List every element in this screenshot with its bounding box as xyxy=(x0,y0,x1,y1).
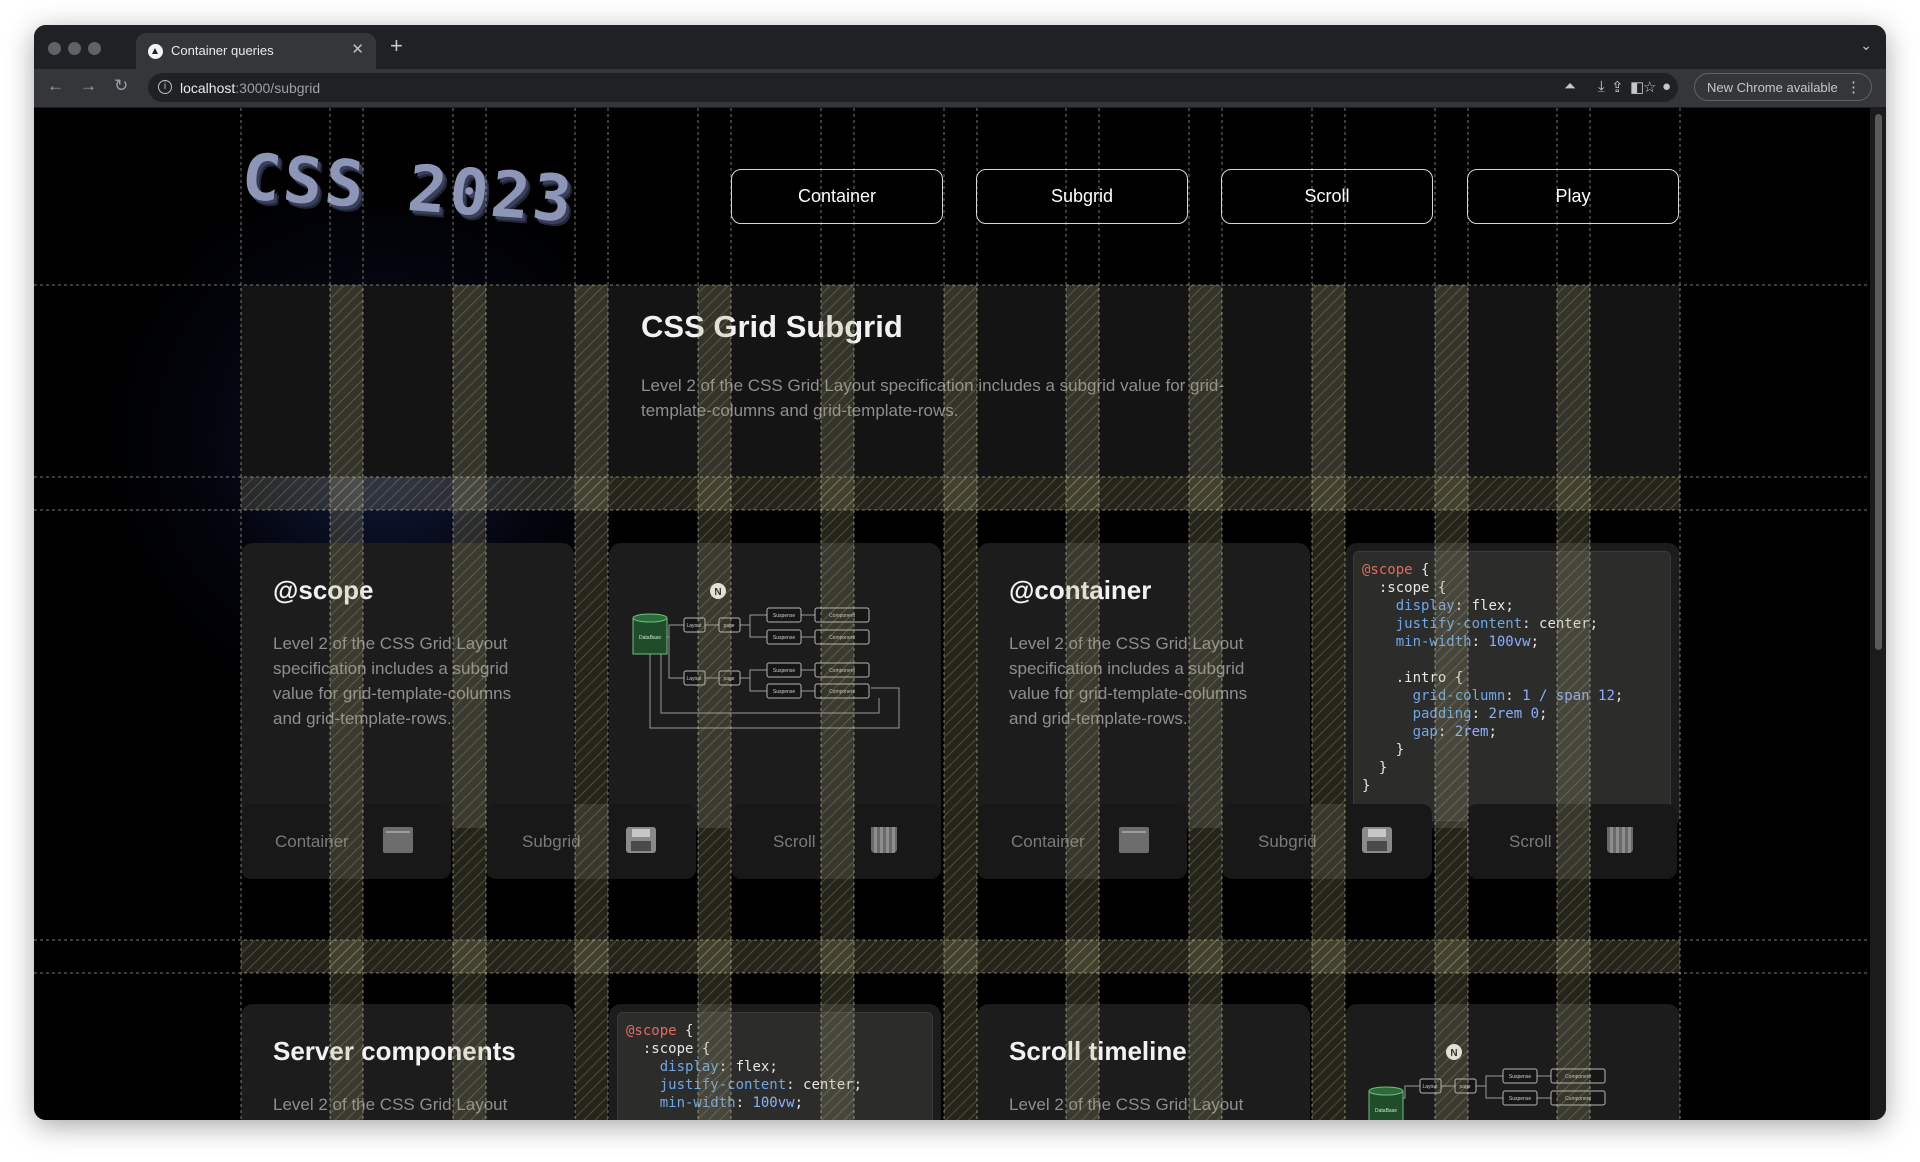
tile-label: Scroll xyxy=(1509,832,1552,851)
node-label: Layout xyxy=(686,676,702,682)
hero-section: CSS Grid Subgrid Level 2 of the CSS Grid… xyxy=(241,285,1680,477)
page-scrollbar[interactable] xyxy=(1870,108,1886,1120)
download-icon[interactable]: ⤓ xyxy=(1598,78,1605,95)
card-text: Level 2 of the CSS Grid Layout xyxy=(273,1095,508,1114)
reload-icon[interactable]: ↻ xyxy=(114,76,128,96)
node-label: Component xyxy=(1565,1096,1591,1102)
floppy-disk-icon xyxy=(1362,827,1392,853)
code-block: @scope { :scope { display: flex; justify… xyxy=(1353,551,1671,821)
db-label: DataBase xyxy=(639,635,661,641)
update-label: New Chrome available xyxy=(1707,80,1838,95)
node-label: Component xyxy=(829,613,855,619)
card-title: @container xyxy=(1009,575,1152,605)
code-card: @scope { :scope { display: flex; justify… xyxy=(609,1004,941,1120)
component-tree-diagram: N Layout page Suspense Component Suspens… xyxy=(1368,1044,1606,1120)
tile-label: Scroll xyxy=(773,832,816,851)
tile-container[interactable]: Container xyxy=(977,804,1187,879)
nav-play-button[interactable]: Play xyxy=(1467,169,1679,224)
share-icon[interactable]: ⇪ xyxy=(1611,78,1624,96)
tile-subgrid[interactable]: Subgrid xyxy=(1222,804,1432,879)
page-viewport: CSS 2023 Container Subgrid Scroll Play C… xyxy=(34,108,1886,1120)
window-icon xyxy=(1119,827,1149,853)
database-icon: DataBase xyxy=(632,613,668,655)
tab-strip: Container queries ✕ + ⌄ xyxy=(34,25,1886,69)
tile-container[interactable]: Container xyxy=(241,804,451,879)
extension-flask-icon[interactable]: ⏶ xyxy=(1564,78,1576,95)
card-text: Level 2 of the CSS Grid Layout specifica… xyxy=(273,634,512,728)
new-tab-icon[interactable]: + xyxy=(390,33,403,59)
diagram-card: N Layout page Suspense Component Suspens… xyxy=(1345,1004,1680,1120)
container-card[interactable]: @container Level 2 of the CSS Grid Layou… xyxy=(977,543,1310,828)
site-info-icon[interactable]: i xyxy=(158,80,172,94)
forward-icon[interactable]: → xyxy=(80,76,97,96)
side-panel-icon[interactable]: ◧ xyxy=(1630,78,1644,96)
tile-scroll[interactable]: Scroll xyxy=(1467,804,1677,879)
card-text: Level 2 of the CSS Grid Layout specifica… xyxy=(1009,634,1248,728)
nav-subgrid-button[interactable]: Subgrid xyxy=(976,169,1188,224)
tab-container-queries[interactable]: Container queries ✕ xyxy=(136,33,376,69)
node-label: page xyxy=(723,676,734,682)
page-title: CSS Grid Subgrid xyxy=(641,309,903,344)
trash-can-icon xyxy=(871,827,897,853)
db-label: DataBase xyxy=(1375,1108,1397,1114)
node-label: Component xyxy=(829,689,855,695)
browser-toolbar: ← → ↻ i localhost:3000/subgrid ⇪ ☆ ⏶ ⤓ ◧… xyxy=(34,69,1886,108)
back-icon[interactable]: ← xyxy=(47,76,64,96)
code-block: @scope { :scope { display: flex; justify… xyxy=(617,1012,933,1120)
node-label: Suspense xyxy=(773,613,795,619)
node-label: Suspense xyxy=(773,635,795,641)
badge-letter: N xyxy=(1450,1048,1457,1059)
diagram-card: N Layout page Suspense Component Suspens… xyxy=(609,543,941,828)
scroll-timeline-card[interactable]: Scroll timeline Level 2 of the CSS Grid … xyxy=(977,1004,1310,1120)
node-label: page xyxy=(1459,1084,1470,1090)
site-favicon-icon xyxy=(148,44,163,59)
node-label: Layout xyxy=(686,623,702,629)
node-label: page xyxy=(723,623,734,629)
tab-search-chevron-icon[interactable]: ⌄ xyxy=(1860,37,1872,54)
card-text: Level 2 of the CSS Grid Layout xyxy=(1009,1095,1244,1114)
tile-subgrid[interactable]: Subgrid xyxy=(486,804,696,879)
bookmark-star-icon[interactable]: ☆ xyxy=(1643,78,1656,96)
node-label: Component xyxy=(829,668,855,674)
badge-letter: N xyxy=(714,587,721,598)
node-label: Suspense xyxy=(773,689,795,695)
card-title: Server components xyxy=(273,1036,516,1066)
tile-label: Subgrid xyxy=(522,832,581,851)
tile-label: Subgrid xyxy=(1258,832,1317,851)
node-label: Component xyxy=(1565,1074,1591,1080)
tab-title: Container queries xyxy=(171,43,274,58)
scrollbar-thumb[interactable] xyxy=(1875,114,1882,650)
url-text: localhost:3000/subgrid xyxy=(180,80,321,96)
scope-card[interactable]: @scope Level 2 of the CSS Grid Layout sp… xyxy=(241,543,574,828)
window-icon xyxy=(383,827,413,853)
minimize-window-button[interactable] xyxy=(68,42,81,55)
address-bar[interactable]: i localhost:3000/subgrid ⇪ ☆ xyxy=(148,73,1678,102)
database-icon: DataBase xyxy=(1368,1086,1404,1120)
node-label: Component xyxy=(829,635,855,641)
node-label: Layout xyxy=(1422,1084,1438,1090)
nav-scroll-button[interactable]: Scroll xyxy=(1221,169,1433,224)
hero-description: Level 2 of the CSS Grid Layout specifica… xyxy=(641,376,1225,420)
close-window-button[interactable] xyxy=(48,42,61,55)
tile-label: Container xyxy=(1011,832,1085,851)
server-components-card[interactable]: Server components Level 2 of the CSS Gri… xyxy=(241,1004,574,1120)
node-label: Suspense xyxy=(1509,1074,1531,1080)
trash-can-icon xyxy=(1607,827,1633,853)
card-title: Scroll timeline xyxy=(1009,1036,1187,1066)
card-title: @scope xyxy=(273,575,374,605)
menu-kebab-icon: ⋮ xyxy=(1846,79,1861,96)
component-tree-diagram: N Layout page Suspense Component Suspens… xyxy=(632,583,900,729)
nav-container-button[interactable]: Container xyxy=(731,169,943,224)
new-chrome-available-button[interactable]: New Chrome available ⋮ xyxy=(1694,73,1872,101)
profile-icon[interactable]: ● xyxy=(1662,78,1671,95)
node-label: Suspense xyxy=(773,668,795,674)
tile-scroll[interactable]: Scroll xyxy=(731,804,941,879)
close-tab-icon[interactable]: ✕ xyxy=(351,40,364,58)
browser-window: Container queries ✕ + ⌄ ← → ↻ i localhos… xyxy=(34,25,1886,1120)
zoom-window-button[interactable] xyxy=(88,42,101,55)
floppy-disk-icon xyxy=(626,827,656,853)
code-card: @scope { :scope { display: flex; justify… xyxy=(1345,543,1680,828)
node-label: Suspense xyxy=(1509,1096,1531,1102)
tile-label: Container xyxy=(275,832,349,851)
